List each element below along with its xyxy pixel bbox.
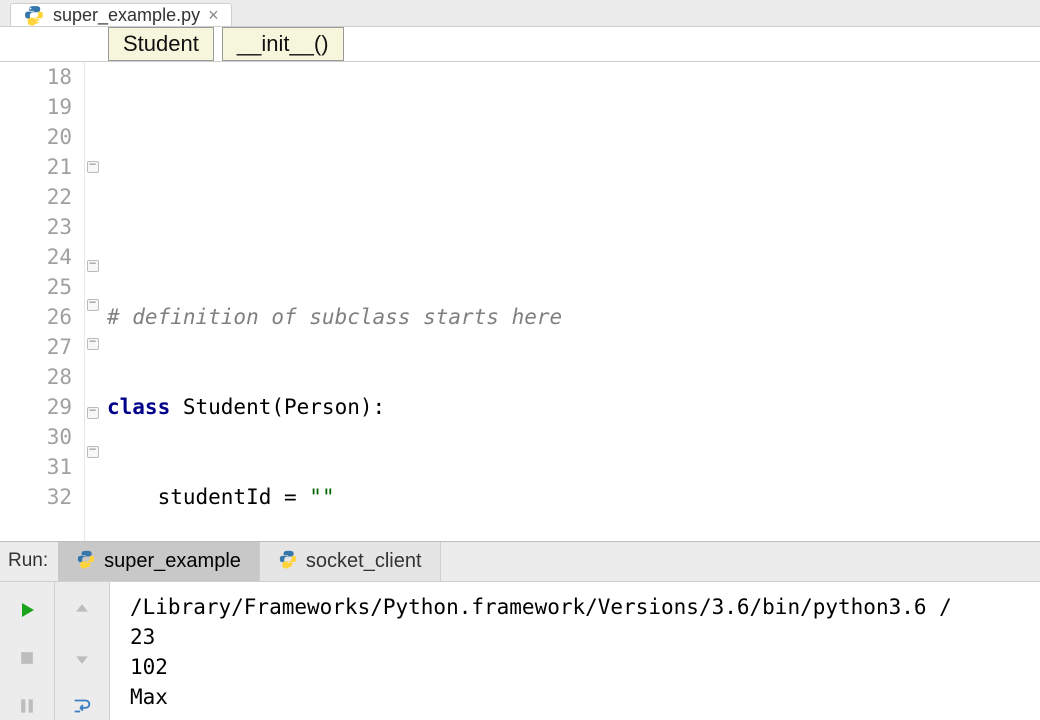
python-run-icon	[76, 549, 96, 575]
file-tab-bar: super_example.py ×	[0, 0, 1040, 27]
run-controls-column-2	[55, 582, 110, 720]
scroll-up-button[interactable]	[68, 596, 96, 624]
rerun-button[interactable]	[13, 596, 41, 624]
soft-wrap-button[interactable]	[68, 692, 96, 720]
code-line	[107, 212, 1040, 242]
code-editor[interactable]: 181920212223242526272829303132 # definit…	[0, 62, 1040, 541]
breadcrumb-method[interactable]: __init__()	[222, 27, 344, 61]
code-line: # definition of subclass starts here	[107, 302, 1040, 332]
breadcrumb-class[interactable]: Student	[108, 27, 214, 61]
run-output[interactable]: /Library/Frameworks/Python.framework/Ver…	[110, 582, 1040, 720]
run-tab-label: super_example	[104, 550, 241, 573]
run-tool-window: Run: super_example socket_client	[0, 541, 1040, 720]
fold-column	[85, 62, 103, 541]
run-controls-column-1	[0, 582, 55, 720]
line-number-gutter: 181920212223242526272829303132	[0, 62, 85, 541]
code-area[interactable]: # definition of subclass starts here cla…	[103, 62, 1040, 541]
stop-button[interactable]	[13, 644, 41, 672]
file-tab[interactable]: super_example.py ×	[10, 3, 232, 26]
code-line: class Student(Person):	[107, 392, 1040, 422]
code-line: studentId = ""	[107, 482, 1040, 512]
run-tab-super-example[interactable]: super_example	[58, 542, 260, 581]
python-run-icon	[278, 549, 298, 575]
run-tab-socket-client[interactable]: socket_client	[260, 542, 441, 581]
pause-button[interactable]	[13, 692, 41, 720]
code-line	[107, 122, 1040, 152]
breadcrumb-bar: Student __init__()	[0, 27, 1040, 62]
run-tab-label: socket_client	[306, 550, 422, 573]
run-tab-bar: Run: super_example socket_client	[0, 542, 1040, 582]
close-tab-icon[interactable]: ×	[208, 5, 219, 26]
file-tab-label: super_example.py	[53, 5, 200, 26]
scroll-down-button[interactable]	[68, 644, 96, 672]
python-file-icon	[23, 4, 45, 26]
run-label: Run:	[0, 542, 58, 581]
